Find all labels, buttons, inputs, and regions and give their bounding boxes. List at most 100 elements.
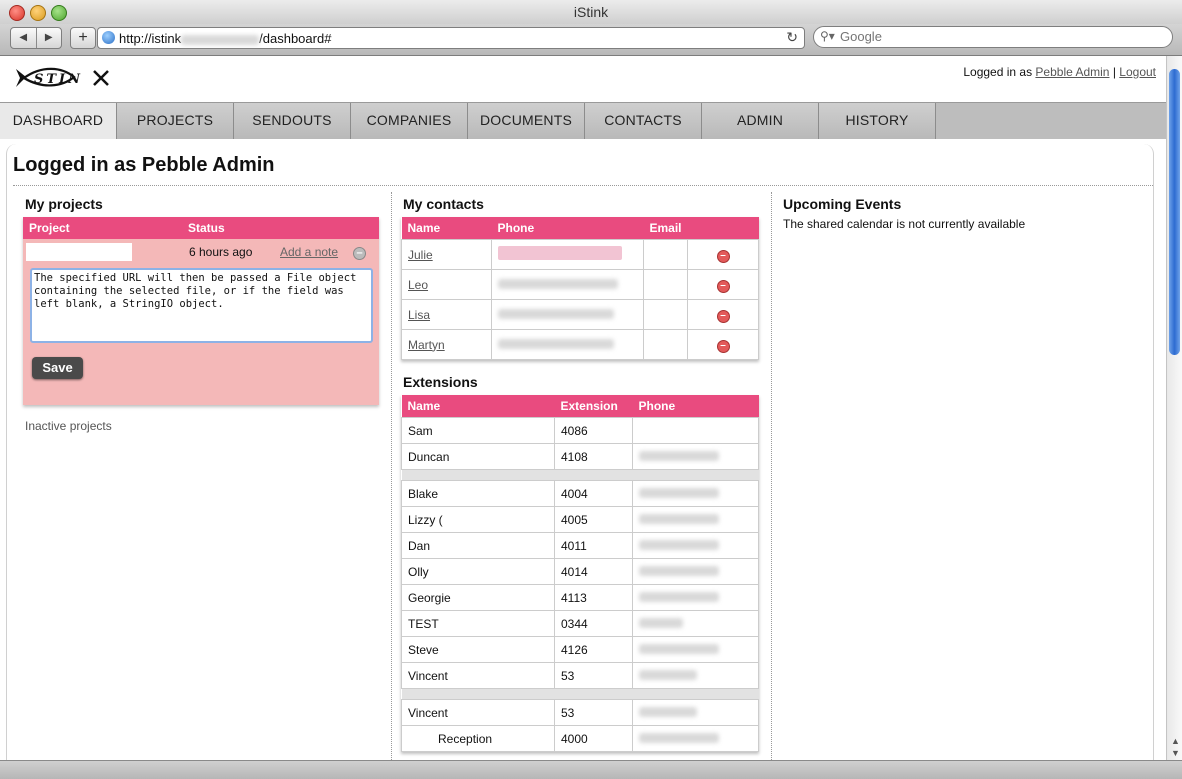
contact-name: Leo (401, 269, 492, 300)
ext-number: 4108 (554, 443, 633, 470)
table-row: Sam 4086 (401, 417, 759, 444)
status-column-header: Status (188, 221, 225, 235)
tab-history[interactable]: HISTORY (819, 103, 936, 139)
reload-icon[interactable]: ↻ (786, 29, 798, 46)
table-row: Vincent 53 (401, 662, 759, 689)
redacted-phone (639, 513, 719, 524)
ext-number: 53 (554, 699, 633, 726)
contact-email (642, 239, 689, 270)
ext-phone (632, 584, 759, 611)
address-bar[interactable]: http://istink/dashboard# ↻ (97, 27, 805, 49)
logged-in-label: Logged in as (963, 65, 1033, 79)
window-title: iStink (573, 4, 609, 20)
redacted-phone (639, 487, 719, 498)
contact-link[interactable]: Leo (408, 278, 428, 292)
tab-sendouts[interactable]: SENDOUTS (234, 103, 351, 139)
ext-extension-header: Extension (554, 395, 633, 418)
ext-phone (632, 443, 759, 470)
add-note-link[interactable]: Add a note (280, 245, 338, 259)
title-divider (13, 185, 1153, 186)
window-titlebar: iStink (0, 0, 1182, 25)
scrollbar-thumb[interactable] (1169, 69, 1180, 355)
contact-phone (491, 269, 644, 300)
svg-text:STIN: STIN (34, 72, 83, 87)
project-name-field[interactable] (26, 243, 132, 261)
table-row: Duncan 4108 (401, 443, 759, 470)
note-textarea[interactable]: The specified URL will then be passed a … (30, 268, 373, 343)
ext-number: 4086 (554, 417, 633, 444)
login-separator: | (1112, 65, 1116, 79)
redacted-phone (498, 308, 614, 319)
ext-phone (632, 480, 759, 507)
tab-contacts[interactable]: CONTACTS (585, 103, 702, 139)
search-input[interactable] (840, 29, 1160, 44)
back-icon[interactable]: ◀ (11, 28, 37, 48)
remove-contact-icon[interactable]: – (716, 249, 730, 263)
remove-contact-icon[interactable]: – (716, 309, 730, 323)
scroll-down-icon[interactable]: ▼ (1171, 748, 1180, 758)
ext-name: Georgie (401, 584, 555, 611)
redacted-phone (639, 539, 719, 550)
contact-link[interactable]: Lisa (408, 308, 430, 322)
istink-logo: STIN (16, 67, 109, 87)
browser-statusbar (0, 760, 1182, 779)
redacted-phone (639, 450, 719, 461)
ext-number: 4005 (554, 506, 633, 533)
nav-buttons: ◀ ▶ (10, 27, 62, 49)
table-row: TEST 0344 (401, 610, 759, 637)
contacts-action-header (687, 217, 759, 240)
table-row: Blake 4004 (401, 480, 759, 507)
ext-number: 53 (554, 662, 633, 689)
vertical-scrollbar[interactable]: ▲ ▼ (1166, 56, 1182, 760)
tab-companies[interactable]: COMPANIES (351, 103, 468, 139)
search-bar[interactable]: ⚲▾ (813, 26, 1173, 48)
ext-number: 4011 (554, 532, 633, 559)
redacted-phone (639, 669, 697, 680)
contact-link[interactable]: Julie (408, 248, 433, 262)
contacts-phone-header: Phone (491, 217, 644, 240)
contact-name: Julie (401, 239, 492, 270)
tab-projects[interactable]: PROJECTS (117, 103, 234, 139)
events-column: Upcoming Events The shared calendar is n… (781, 196, 1141, 231)
search-icon: ⚲▾ (820, 29, 835, 43)
redacted-phone (498, 278, 618, 289)
forward-icon[interactable]: ▶ (37, 28, 62, 48)
ext-name: Olly (401, 558, 555, 585)
inactive-projects-link[interactable]: Inactive projects (25, 419, 379, 433)
remove-contact-icon[interactable]: – (716, 339, 730, 353)
contact-phone (491, 329, 644, 360)
logout-link[interactable]: Logout (1119, 65, 1156, 79)
ext-phone (632, 725, 759, 752)
tab-dashboard[interactable]: DASHBOARD (0, 103, 117, 139)
project-status: 6 hours ago (189, 245, 253, 259)
table-row: Reception 4000 (401, 725, 759, 752)
redacted-phone (639, 732, 719, 743)
ext-phone (632, 532, 759, 559)
dashboard-panel: Logged in as Pebble Admin My projects Pr… (6, 144, 1154, 760)
ext-number: 4004 (554, 480, 633, 507)
save-button[interactable]: Save (32, 357, 83, 379)
scroll-up-icon[interactable]: ▲ (1171, 736, 1180, 746)
contacts-column: My contacts Name Phone Email Julie – Leo… (401, 196, 759, 752)
user-profile-link[interactable]: Pebble Admin (1035, 65, 1109, 79)
redacted-phone (639, 643, 719, 654)
calendar-message: The shared calendar is not currently ava… (783, 217, 1026, 231)
ext-name: Dan (401, 532, 555, 559)
table-row: Leo – (401, 269, 759, 300)
contact-phone (491, 299, 644, 330)
ext-number: 4014 (554, 558, 633, 585)
add-bookmark-button[interactable]: + (70, 27, 96, 49)
contact-remove-cell: – (687, 299, 759, 330)
ext-name: Reception (401, 725, 555, 752)
ext-number: 4113 (554, 584, 633, 611)
ext-phone-header: Phone (632, 395, 759, 418)
tab-documents[interactable]: DOCUMENTS (468, 103, 585, 139)
table-row: Olly 4014 (401, 558, 759, 585)
collapse-icon[interactable]: – (353, 247, 366, 260)
contact-link[interactable]: Martyn (408, 338, 445, 352)
contacts-name-header: Name (401, 217, 492, 240)
contact-remove-cell: – (687, 269, 759, 300)
remove-contact-icon[interactable]: – (716, 279, 730, 293)
tab-admin[interactable]: ADMIN (702, 103, 819, 139)
contact-phone (491, 239, 644, 270)
